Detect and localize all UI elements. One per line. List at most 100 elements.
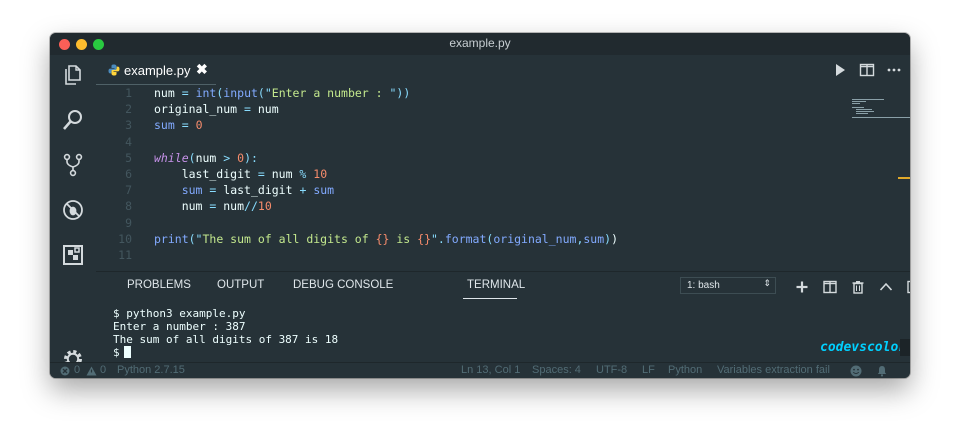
debug-icon[interactable] [61, 198, 85, 222]
tab-debug-console[interactable]: DEBUG CONSOLE [293, 279, 393, 291]
code-token: = [181, 118, 189, 133]
tab-terminal[interactable]: TERMINAL [467, 279, 525, 291]
code-line[interactable]: 9 [96, 215, 796, 231]
tab-output[interactable]: OUTPUT [217, 279, 264, 291]
tab-label: example.py [124, 63, 191, 78]
code-token: ): [244, 150, 258, 165]
encoding[interactable]: UTF-8 [596, 364, 627, 376]
code-line[interactable]: 6 last_digit = num % 10 [96, 166, 796, 182]
warning-icon[interactable] [86, 366, 97, 376]
code-text: sum = last_digit + sum [154, 182, 334, 198]
terminal-select[interactable]: 1: bash ⇕ [680, 277, 776, 294]
code-token: = [181, 86, 189, 100]
toggle-panel-icon[interactable] [907, 280, 910, 294]
code-token: {} [375, 231, 390, 246]
code-text: sum = 0 [154, 117, 203, 133]
watermark: codevscolor.com [820, 340, 910, 355]
minimap[interactable] [852, 99, 910, 119]
code-token: while [154, 150, 189, 165]
code-token: ( [188, 150, 196, 165]
code-token: 10 [257, 199, 272, 214]
tab-example-py[interactable]: example.py ✖ [96, 55, 216, 85]
chevron-up-icon[interactable] [879, 280, 893, 294]
code-token: last_digit [154, 167, 258, 181]
line-number: 4 [125, 134, 132, 149]
code-token: num [154, 199, 210, 214]
indentation[interactable]: Spaces: 4 [532, 364, 581, 376]
smiley-icon[interactable] [850, 365, 862, 377]
select-arrows-icon: ⇕ [763, 278, 771, 288]
new-terminal-icon[interactable] [795, 280, 809, 294]
extensions-icon[interactable] [61, 243, 85, 267]
end-of-line[interactable]: LF [642, 364, 655, 376]
activity-bar [50, 55, 96, 378]
line-number: 11 [118, 248, 132, 262]
error-count[interactable]: 0 [74, 364, 80, 376]
code-token: original_num [493, 231, 577, 246]
panel-tab-bar: PROBLEMS OUTPUT DEBUG CONSOLE TERMINAL 1… [96, 272, 910, 302]
code-token: format [444, 231, 487, 246]
code-token: print [154, 231, 189, 246]
line-number: 2 [125, 102, 132, 117]
code-line[interactable]: 7 sum = last_digit + sum [96, 182, 796, 198]
code-text: original_num = num [154, 101, 279, 117]
line-number: 5 [125, 150, 132, 165]
explorer-icon[interactable] [61, 63, 85, 87]
terminal-line: The sum of all digits of 387 is 18 [113, 333, 339, 346]
terminal-scrollbar[interactable] [900, 339, 910, 356]
code-line[interactable]: 2 original_num = num [96, 101, 796, 117]
close-tab-icon[interactable]: ✖ [196, 61, 208, 78]
more-actions-icon[interactable] [886, 62, 902, 78]
source-control-icon[interactable] [61, 153, 85, 177]
code-token: num [154, 86, 182, 100]
line-number: 1 [125, 86, 132, 100]
search-icon[interactable] [61, 108, 85, 132]
trash-icon[interactable] [851, 280, 865, 294]
cursor-position[interactable]: Ln 13, Col 1 [461, 364, 520, 376]
vscode-window: example.py example.py ✖ 1 num = int(inpu… [50, 33, 910, 378]
code-token: sum [154, 118, 175, 133]
split-editor-icon[interactable] [859, 62, 875, 78]
code-token: num [250, 102, 279, 117]
code-line[interactable]: 8 num = num//10 [96, 198, 796, 214]
warning-count[interactable]: 0 [100, 364, 106, 376]
status-bar: 0 0 Python 2.7.15 Ln 13, Col 1 Spaces: 4… [50, 362, 910, 378]
error-icon[interactable] [60, 366, 70, 376]
code-token: input [223, 86, 258, 100]
code-token: is [389, 231, 418, 246]
split-terminal-icon[interactable] [823, 280, 837, 294]
scrollbar-marker [898, 177, 910, 179]
code-token: original_num [154, 102, 245, 117]
terminal-select-value: 1: bash [687, 280, 720, 291]
tab-problems[interactable]: PROBLEMS [127, 279, 191, 291]
terminal-line: Enter a number : 387 [113, 320, 246, 333]
code-editor[interactable]: 1 num = int(input("Enter a number : ")) 2 o… [96, 85, 910, 271]
code-line[interactable]: 1 num = int(input("Enter a number : ")) [96, 85, 796, 101]
language-mode[interactable]: Python [668, 364, 702, 376]
code-token: (" [188, 231, 203, 246]
code-text: while(num > 0): [154, 150, 258, 166]
code-line[interactable]: 3 sum = 0 [96, 117, 796, 133]
code-token: 10 [313, 167, 328, 181]
code-line[interactable]: 11 [96, 247, 796, 263]
code-token: Enter a number : [271, 86, 390, 100]
code-token: ")) [389, 86, 411, 100]
python-interpreter[interactable]: Python 2.7.15 [117, 364, 185, 376]
code-token: {} [417, 231, 431, 246]
code-token: num [216, 199, 245, 214]
code-token: sum [313, 183, 335, 198]
code-token: ) [611, 231, 619, 246]
code-text: num = int(input("Enter a number : ")) [154, 85, 410, 101]
code-line[interactable]: 4 [96, 134, 796, 150]
code-token: num [264, 167, 300, 181]
code-token: = [257, 167, 265, 181]
code-line[interactable]: 10 print("The sum of all digits of {} is … [96, 231, 796, 247]
bell-icon[interactable] [876, 365, 888, 377]
active-tab-indicator [463, 298, 517, 299]
run-icon[interactable] [832, 62, 848, 78]
terminal[interactable]: $ python3 example.py Enter a number : 38… [96, 302, 910, 362]
code-line[interactable]: 5 while(num > 0): [96, 150, 796, 166]
